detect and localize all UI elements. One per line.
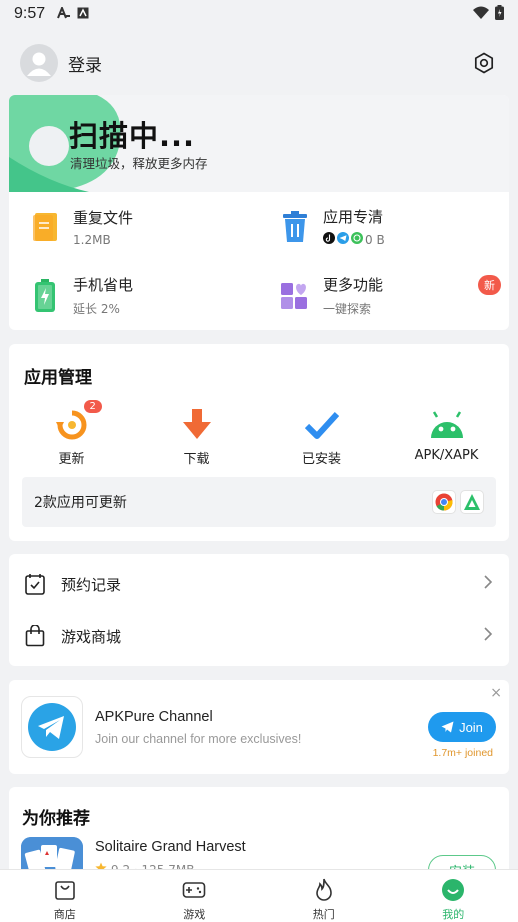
nav-label: 游戏 <box>183 908 206 921</box>
settings-button[interactable] <box>470 49 498 77</box>
mgmt-label: 更新 <box>58 452 85 467</box>
mgmt-label: APK/XAPK <box>414 448 479 463</box>
mgmt-installed[interactable]: 已安装 <box>259 406 384 467</box>
android-icon <box>427 406 467 444</box>
list-item-label: 预约记录 <box>61 575 122 594</box>
tool-name: 手机省电 <box>73 276 134 294</box>
tool-name: 重复文件 <box>73 208 134 227</box>
nav-store[interactable]: 商店 <box>0 870 130 922</box>
nav-label: 商店 <box>53 908 76 921</box>
scan-subtitle: 清理垃圾，释放更多内存 <box>70 156 208 171</box>
nav-hot[interactable]: 热门 <box>259 870 389 922</box>
nav-games[interactable]: 游戏 <box>130 870 260 922</box>
wifi-icon <box>473 5 489 23</box>
joined-count: 1.7m+ joined <box>432 747 493 759</box>
gamepad-icon <box>181 877 207 903</box>
nav-label: 我的 <box>442 908 465 921</box>
update-icon: 2 <box>52 400 102 444</box>
calendar-check-icon <box>25 573 45 595</box>
new-badge: 新 <box>478 275 501 295</box>
scan-banner[interactable]: 扫描中... 清理垃圾，释放更多内存 <box>9 95 509 192</box>
chrome-icon <box>432 490 456 514</box>
mgmt-label: 已安装 <box>301 452 341 467</box>
tool-battery-saver[interactable]: 手机省电 延长 2% <box>9 261 259 330</box>
update-count-badge: 2 <box>83 400 102 413</box>
telegram-channel-card: APKPure Channel Join our channel for mor… <box>9 680 509 774</box>
nav-label: 热门 <box>312 908 335 921</box>
status-time: 9:57 <box>14 5 46 22</box>
login-label[interactable]: 登录 <box>68 51 102 76</box>
tool-more-features[interactable]: 更多功能 一键探索 <box>259 261 509 330</box>
join-label: Join <box>459 719 483 735</box>
shopping-bag-icon <box>25 625 45 647</box>
download-icon <box>177 406 217 444</box>
update-app-icons <box>432 490 484 514</box>
update-available-text: 2款应用可更新 <box>34 495 127 511</box>
telegram-plane-icon <box>441 721 454 733</box>
recommend-title: 为你推荐 <box>22 809 90 829</box>
nav-mine[interactable]: 我的 <box>389 870 518 922</box>
battery-status-icon <box>495 4 504 24</box>
a-box-notification-icon <box>77 7 89 22</box>
cleaner-card: 扫描中... 清理垃圾，释放更多内存 重复文件 1.2MB 应用专清 0 B 手… <box>9 95 509 330</box>
tool-duplicate-files[interactable]: 重复文件 1.2MB <box>9 192 259 261</box>
recommended-app-name[interactable]: Solitaire Grand Harvest <box>95 839 246 855</box>
settings-hexagon-icon <box>474 52 494 74</box>
channel-subtitle: Join our channel for more exclusives! <box>95 732 302 746</box>
app-management-card: 应用管理 2 更新 下载 已安装 APK/XAPK 2款应用可更新 <box>9 344 509 541</box>
scan-title: 扫描中... <box>69 119 196 153</box>
update-available-bar[interactable]: 2款应用可更新 <box>22 477 496 527</box>
tiktok-icon <box>323 232 335 247</box>
more-features-icon <box>275 276 315 316</box>
chevron-right-icon <box>483 626 493 646</box>
tool-name: 应用专清 <box>323 208 384 226</box>
cleaner-tools-grid: 重复文件 1.2MB 应用专清 0 B 手机省电 延长 2% 更多功能 一键探索 <box>9 192 509 330</box>
user-avatar-icon <box>27 52 51 76</box>
status-bar: 9:57 <box>0 0 518 28</box>
chevron-right-icon <box>483 574 493 594</box>
installed-check-icon <box>302 406 342 444</box>
tool-app-clean[interactable]: 应用专清 0 B <box>259 192 509 261</box>
links-card: 预约记录 游戏商城 <box>9 554 509 666</box>
tool-sub: 延长 2% <box>73 302 120 316</box>
header: 登录 <box>0 40 518 86</box>
mgmt-label: 下载 <box>183 452 210 467</box>
whatsapp-icon <box>351 232 363 247</box>
mgmt-apk-xapk[interactable]: APK/XAPK <box>384 406 509 463</box>
avatar[interactable] <box>20 44 58 82</box>
profile-smile-icon <box>440 877 466 903</box>
battery-icon <box>25 276 65 316</box>
app-management-title: 应用管理 <box>24 368 92 388</box>
apkpure-icon <box>460 490 484 514</box>
tool-sub: 1.2MB <box>73 232 111 247</box>
flame-icon <box>311 877 337 903</box>
a-notification-icon <box>57 4 71 22</box>
tool-sub: 0 B <box>365 232 385 247</box>
tool-name: 更多功能 <box>323 276 384 294</box>
trash-can-icon <box>275 207 315 247</box>
telegram-icon <box>28 703 76 751</box>
telegram-logo <box>21 696 83 758</box>
channel-title: APKPure Channel <box>95 709 213 725</box>
telegram-small-icon <box>337 232 349 247</box>
tool-sub: 一键探索 <box>323 302 372 316</box>
list-item-label: 游戏商城 <box>61 627 122 646</box>
tool-sub-row: 0 B <box>323 232 385 247</box>
join-channel-button[interactable]: Join <box>428 712 496 742</box>
duplicate-file-icon <box>25 207 65 247</box>
list-item-reservations[interactable]: 预约记录 <box>9 558 509 610</box>
close-button[interactable]: × <box>490 685 502 701</box>
mgmt-download[interactable]: 下载 <box>134 406 259 467</box>
mgmt-update[interactable]: 2 更新 <box>9 400 134 467</box>
store-icon <box>52 877 78 903</box>
list-item-game-store[interactable]: 游戏商城 <box>9 610 509 662</box>
bottom-navigation: 商店 游戏 热门 我的 <box>0 869 518 922</box>
